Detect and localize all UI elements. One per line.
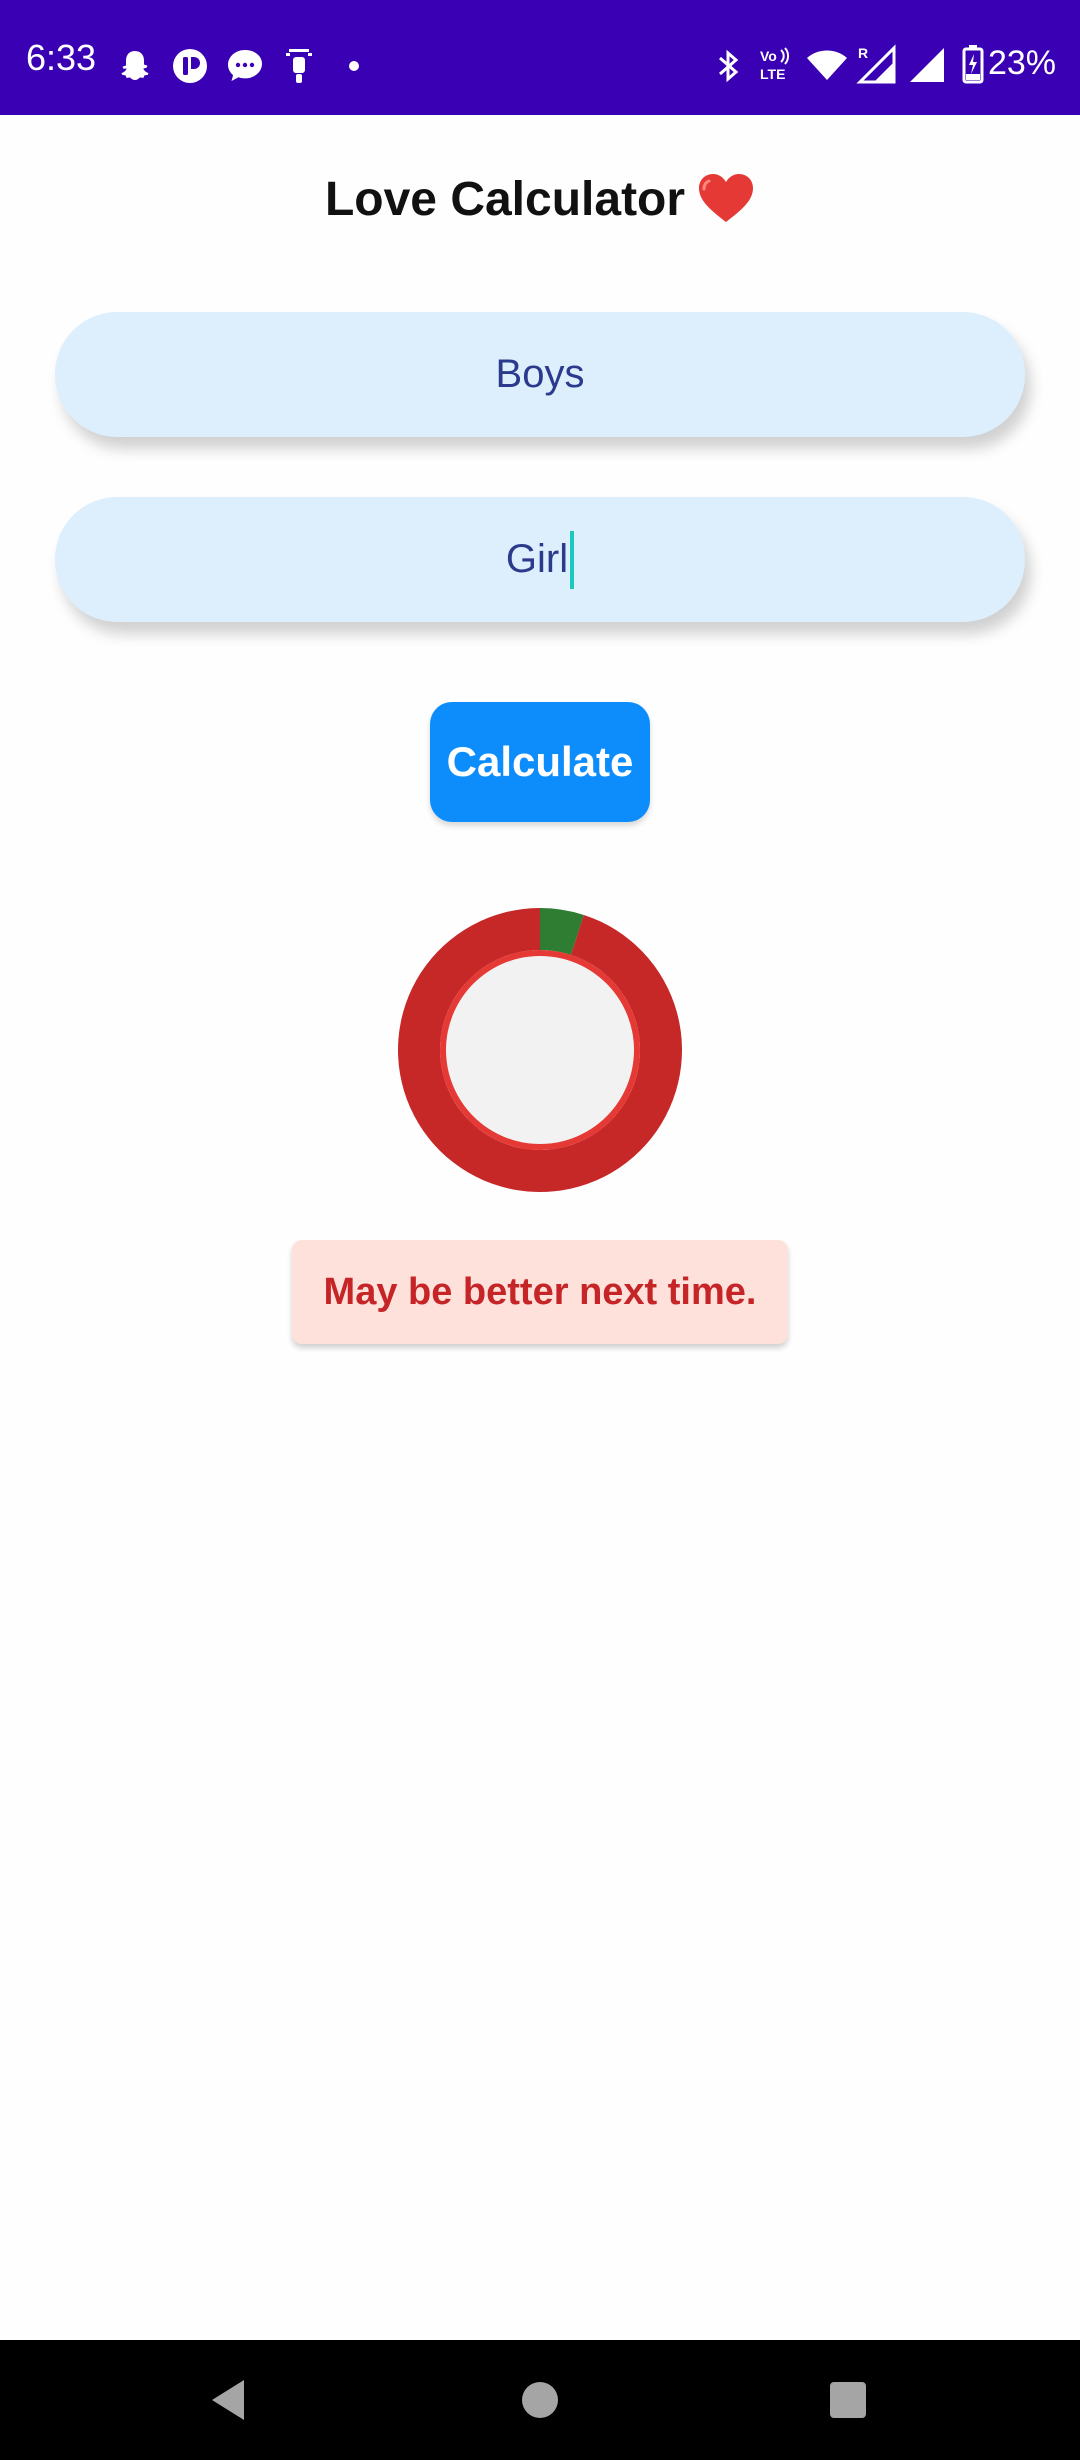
heart-icon: [699, 174, 754, 223]
home-icon: [522, 2382, 558, 2418]
wifi-icon: [807, 50, 847, 80]
svg-text:Vo: Vo: [760, 48, 777, 64]
girl-name-value: Girl: [505, 537, 569, 581]
calculate-button[interactable]: Calculate: [430, 702, 650, 822]
home-button[interactable]: [508, 2368, 572, 2432]
svg-text:LTE: LTE: [760, 66, 785, 82]
back-button[interactable]: [196, 2368, 260, 2432]
back-icon: [212, 2380, 244, 2420]
boy-name-value: Boys: [495, 352, 585, 396]
status-bar: 6:33 Vo LTE R 23%: [0, 0, 1080, 115]
love-percentage-donut: [397, 908, 682, 1192]
signal-icon: [910, 48, 944, 82]
volte-icon: Vo LTE: [760, 47, 789, 82]
boy-name-input[interactable]: Boys: [55, 312, 1025, 437]
app-icon: [173, 49, 207, 83]
recents-icon: [830, 2382, 866, 2418]
result-message-box: May be better next time.: [292, 1240, 788, 1344]
text-cursor: [570, 530, 575, 589]
result-message: May be better next time.: [323, 1270, 757, 1313]
calculate-label: Calculate: [446, 738, 634, 785]
dot-icon: [349, 61, 359, 71]
signal-roaming-icon: R: [856, 44, 896, 84]
snapchat-icon: [121, 51, 149, 80]
status-time: 6:33: [26, 37, 97, 78]
bluetooth-icon: [719, 49, 739, 83]
girl-name-input[interactable]: Girl: [55, 497, 1025, 622]
recents-button[interactable]: [816, 2368, 880, 2432]
title-text: Love Calculator: [324, 173, 686, 226]
donut-center: [446, 956, 634, 1144]
scooter-icon: [286, 49, 312, 83]
navigation-bar: [0, 2340, 1080, 2460]
page-title: Love Calculator: [0, 170, 1080, 230]
battery-charging-icon: [962, 45, 984, 84]
battery-percent: 23%: [987, 44, 1056, 82]
svg-text:R: R: [858, 45, 868, 61]
messages-icon: [228, 50, 262, 81]
